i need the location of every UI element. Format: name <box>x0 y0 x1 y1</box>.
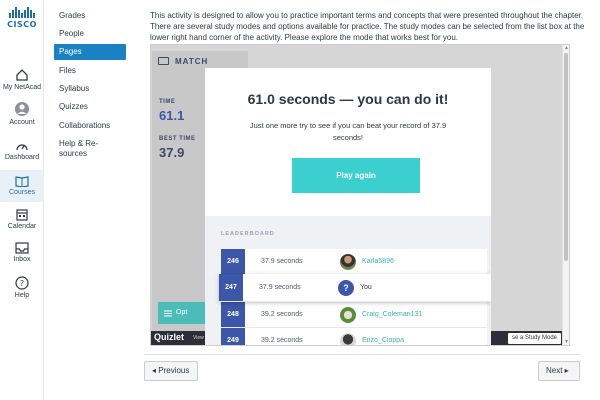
match-header: MATCH <box>158 57 208 66</box>
leaderboard-row: 248 39.2 seconds Craig_Coleman131 <box>221 302 487 328</box>
course-nav-collaborations[interactable]: Collaborations <box>54 118 126 134</box>
result-title: 61.0 seconds — you can do it! <box>247 91 449 107</box>
username-link[interactable]: Craig_Coleman131 <box>362 311 422 318</box>
course-nav-files[interactable]: Files <box>54 63 126 79</box>
avatar-icon <box>15 102 29 116</box>
course-nav-grades[interactable]: Grades <box>54 8 126 24</box>
dashboard-icon <box>16 144 28 151</box>
nav-courses[interactable]: Courses <box>0 170 44 202</box>
nav-label: Calendar <box>7 223 37 230</box>
activity-description: This activity is designed to allow you t… <box>150 11 585 42</box>
leaderboard-row-current-user: 247 37.9 seconds ? You <box>219 274 491 302</box>
leaderboard-row: 249 39.2 seconds Enzo_Cioppa <box>221 328 487 345</box>
username-link[interactable]: Enzo_Cioppa <box>362 337 404 344</box>
best-time-label: BEST TIME <box>159 136 196 142</box>
play-again-button[interactable]: Play again <box>292 158 420 193</box>
nav-my-netacad[interactable]: My NetAcad <box>0 68 44 92</box>
divider <box>144 354 580 355</box>
nav-help[interactable]: ? Help <box>0 276 44 300</box>
result-modal: 61.0 seconds — you can do it! Just one m… <box>205 68 491 345</box>
quizlet-embed: MATCH TIME 61.1 BEST TIME 37.9 Opt Quizl… <box>150 44 570 346</box>
course-nav-pages[interactable]: Pages <box>54 44 126 60</box>
next-button[interactable]: Next ▸ <box>538 361 580 381</box>
time-value: 61.1 <box>159 108 185 123</box>
nav-label: Dashboard <box>4 154 40 161</box>
global-nav: CISCO My NetAcad Account Dashboard Cours… <box>0 0 44 400</box>
rank: 249 <box>221 328 245 345</box>
study-mode-select[interactable]: se a Study Mode <box>507 333 561 344</box>
nav-label: Account <box>9 119 35 126</box>
calendar-icon <box>16 209 28 221</box>
home-icon <box>16 69 28 81</box>
user-avatar <box>340 307 356 323</box>
rank: 246 <box>221 249 245 274</box>
nav-dashboard[interactable]: Dashboard <box>0 140 44 162</box>
nav-label: My NetAcad <box>2 84 42 91</box>
course-nav-people[interactable]: People <box>54 26 126 42</box>
time-label: TIME <box>159 99 176 105</box>
embed-scrollbar[interactable]: ▲ ▼ <box>562 45 569 345</box>
logo-text: CISCO <box>7 20 37 29</box>
best-time-value: 37.9 <box>159 145 185 160</box>
nav-inbox[interactable]: Inbox <box>0 242 44 264</box>
svg-text:?: ? <box>20 279 24 288</box>
sliders-icon <box>164 310 172 317</box>
user-avatar <box>340 254 356 270</box>
course-nav-help-resources[interactable]: Help & Re-sources <box>54 136 126 162</box>
rank: 248 <box>221 302 245 327</box>
nav-calendar[interactable]: Calendar <box>0 208 44 231</box>
time: 37.9 seconds <box>261 258 303 265</box>
leaderboard: LEADERBOARD 246 37.9 seconds Karla5896 2… <box>205 216 491 345</box>
course-nav: Grades People Pages Files Syllabus Quizz… <box>44 0 134 400</box>
user-avatar <box>340 333 356 345</box>
rank: 247 <box>219 274 243 301</box>
leaderboard-row: 246 37.9 seconds Karla5896 <box>221 249 487 275</box>
inbox-icon <box>15 242 29 254</box>
options-label: Opt <box>176 309 188 316</box>
username: You <box>360 284 372 291</box>
previous-button[interactable]: ◂ Previous <box>144 361 198 381</box>
nav-account[interactable]: Account <box>0 101 44 127</box>
match-title: MATCH <box>175 57 209 66</box>
cisco-logo[interactable]: CISCO <box>6 6 38 32</box>
nav-label: Inbox <box>13 256 31 263</box>
question-avatar-icon: ? <box>338 280 354 296</box>
scroll-up-icon[interactable]: ▲ <box>563 45 570 51</box>
quizlet-logo[interactable]: Quizlet <box>154 332 184 342</box>
time: 37.9 seconds <box>259 284 301 291</box>
scroll-down-icon[interactable]: ▼ <box>563 339 570 345</box>
match-mode-icon <box>158 57 169 65</box>
course-nav-syllabus[interactable]: Syllabus <box>54 81 126 97</box>
nav-label: Courses <box>8 189 36 196</box>
course-nav-quizzes[interactable]: Quizzes <box>54 99 126 115</box>
username-link[interactable]: Karla5896 <box>362 258 394 265</box>
nav-label: Help <box>14 292 30 299</box>
book-icon <box>15 176 29 187</box>
help-icon: ? <box>15 276 29 290</box>
time: 39.2 seconds <box>261 311 303 318</box>
scrollbar-thumb[interactable] <box>564 53 568 261</box>
result-subtitle: Just one more try to see if you can beat… <box>249 121 447 142</box>
time: 39.2 seconds <box>261 337 303 344</box>
leaderboard-label: LEADERBOARD <box>221 231 275 237</box>
